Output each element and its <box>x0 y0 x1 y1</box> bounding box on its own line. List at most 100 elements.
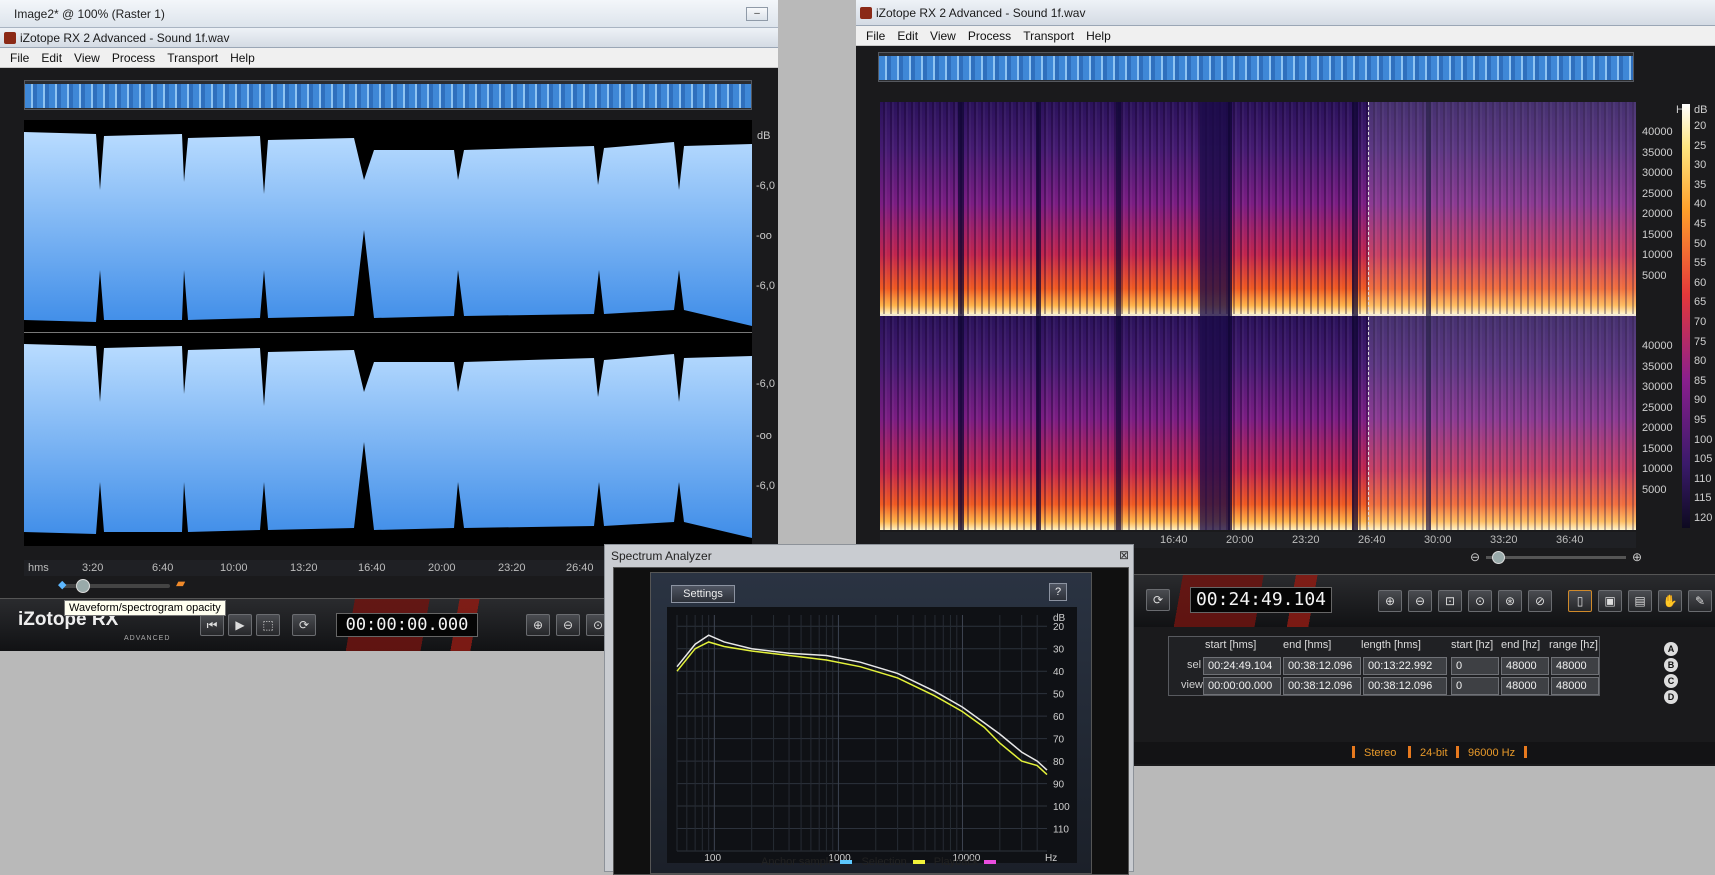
menu-file[interactable]: File <box>860 26 891 45</box>
legend-selection-swatch <box>912 859 925 864</box>
selection-a-button[interactable]: A <box>1664 642 1678 656</box>
db-tick: 110 <box>1694 472 1712 485</box>
waveform-graphic <box>24 132 752 538</box>
hz-tick: 5000 <box>1642 483 1667 496</box>
menu-process[interactable]: Process <box>962 26 1017 45</box>
menu-help[interactable]: Help <box>224 48 261 67</box>
menu-file[interactable]: File <box>4 48 35 67</box>
zoom-in-icon[interactable]: ⊕ <box>1378 590 1402 612</box>
horizontal-zoom-slider[interactable] <box>1486 556 1626 559</box>
sel-start-hms[interactable]: 00:24:49.104 <box>1203 657 1281 675</box>
zoom-in-small-icon[interactable]: ⊕ <box>1632 550 1642 564</box>
selection-b-button[interactable]: B <box>1664 658 1678 672</box>
db-axis-label: 90 <box>1053 780 1065 791</box>
help-button[interactable]: ? <box>1049 583 1067 601</box>
time-tick: 10:00 <box>220 562 248 574</box>
close-icon[interactable]: ⊠ <box>1119 548 1129 562</box>
menu-process[interactable]: Process <box>106 48 161 67</box>
brush-tool-icon[interactable]: ✎ <box>1688 590 1712 612</box>
col-header: end [hz] <box>1501 639 1541 651</box>
left-db-tick: -oo <box>756 230 772 242</box>
zoom-out-icon[interactable]: ⊖ <box>1408 590 1432 612</box>
rect-select-tool-icon[interactable]: ▣ <box>1598 590 1622 612</box>
db-tick: 35 <box>1694 178 1707 191</box>
view-range-hz[interactable]: 48000 <box>1551 677 1599 695</box>
selection-c-button[interactable]: C <box>1664 674 1678 688</box>
spectrogram-selection[interactable] <box>1368 102 1636 530</box>
db-tick: 95 <box>1694 414 1707 426</box>
settings-button[interactable]: Settings <box>671 585 735 603</box>
row-label-sel: sel <box>1187 659 1202 671</box>
db-tick: 90 <box>1694 394 1707 407</box>
sel-end-hms[interactable]: 00:38:12.096 <box>1283 657 1361 675</box>
view-length-hms[interactable]: 00:38:12.096 <box>1363 677 1447 695</box>
right-overview-strip[interactable] <box>878 52 1634 82</box>
zoom-selection-icon[interactable]: ⊡ <box>1438 590 1462 612</box>
zoom-in-icon[interactable]: ⊕ <box>526 614 550 636</box>
rewind-button[interactable]: ⏮ <box>200 614 224 636</box>
raster-window-title: Image2* @ 100% (Raster 1) <box>14 7 165 21</box>
spectrum-graph[interactable]: dB 20 30 40 50 60 70 80 90 100 110 100 1000 10000 Hz <box>667 607 1077 864</box>
menu-view[interactable]: View <box>68 48 106 67</box>
col-header: length [hms] <box>1361 639 1421 651</box>
row-label-view: view <box>1181 679 1204 691</box>
db-tick: 120 <box>1694 512 1713 524</box>
zoom-out-icon[interactable]: ⊖ <box>556 614 580 636</box>
db-axis-label: 80 <box>1053 757 1065 768</box>
view-end-hms[interactable]: 00:38:12.096 <box>1283 677 1361 695</box>
loop-button[interactable]: ⟳ <box>292 614 316 636</box>
left-db-tick: -6,0 <box>756 180 775 192</box>
db-tick: 105 <box>1694 453 1713 466</box>
left-db-tick: -6,0 <box>756 378 775 390</box>
freq-select-tool-icon[interactable]: ▤ <box>1628 590 1652 612</box>
hz-tick: 30000 <box>1642 381 1673 393</box>
izotope-app-icon <box>860 7 872 19</box>
zoom-slider-handle[interactable] <box>1492 551 1505 564</box>
menu-transport[interactable]: Transport <box>161 48 224 67</box>
waveform-display[interactable] <box>24 120 752 546</box>
view-start-hms[interactable]: 00:00:00.000 <box>1203 677 1281 695</box>
right-app-titlebar: iZotope RX 2 Advanced - Sound 1f.wav <box>856 0 1715 26</box>
sel-length-hms[interactable]: 00:13:22.992 <box>1363 657 1447 675</box>
hz-tick: 10000 <box>1642 249 1673 261</box>
play-selection-button[interactable]: ⬚ <box>256 614 280 636</box>
loop-button[interactable]: ⟳ <box>1146 589 1170 611</box>
zoom-out-small-icon[interactable]: ⊖ <box>1470 550 1480 564</box>
zoom-freq-icon[interactable]: ⊘ <box>1528 590 1552 612</box>
sel-end-hz[interactable]: 48000 <box>1501 657 1549 675</box>
time-select-tool-icon[interactable]: ▯ <box>1568 590 1592 612</box>
col-header: range [hz] <box>1549 639 1598 651</box>
hz-tick: 35000 <box>1642 146 1673 159</box>
play-button[interactable]: ▶ <box>228 614 252 636</box>
hz-tick: 40000 <box>1642 126 1673 138</box>
sel-range-hz[interactable]: 48000 <box>1551 657 1599 675</box>
db-axis-label: 50 <box>1053 690 1065 701</box>
zoom-fit-icon[interactable]: ⊙ <box>1468 590 1492 612</box>
view-start-hz[interactable]: 0 <box>1451 677 1499 695</box>
hand-tool-icon[interactable]: ✋ <box>1658 590 1682 612</box>
sel-start-hz[interactable]: 0 <box>1451 657 1499 675</box>
menu-transport[interactable]: Transport <box>1017 26 1080 45</box>
minimize-button[interactable]: – <box>746 7 768 21</box>
db-tick: 100 <box>1694 433 1713 446</box>
selection-d-button[interactable]: D <box>1664 690 1678 704</box>
time-tick: 23:20 <box>498 562 526 574</box>
menu-help[interactable]: Help <box>1080 26 1117 45</box>
view-end-hz[interactable]: 48000 <box>1501 677 1549 695</box>
left-overview-strip[interactable] <box>24 80 752 110</box>
menu-edit[interactable]: Edit <box>891 26 924 45</box>
left-db-tick: -6,0 <box>756 480 775 492</box>
spectrum-svg: dB2030405060708090100110100 1000 10000 Hz <box>676 613 1070 864</box>
hz-tick: 5000 <box>1642 269 1667 282</box>
status-bitdepth: 24-bit <box>1420 747 1448 759</box>
spectrum-series-line <box>676 634 1048 771</box>
db-axis-label: 30 <box>1053 645 1065 656</box>
freq-axis-label: Hz <box>1045 853 1057 863</box>
menu-view[interactable]: View <box>924 26 962 45</box>
menu-edit[interactable]: Edit <box>35 48 68 67</box>
analyzer-legend: Anchor sample Selection Playback <box>761 856 1002 868</box>
db-colorbar <box>1682 104 1690 528</box>
spectrogram-display[interactable] <box>880 102 1636 530</box>
zoom-vertical-icon[interactable]: ⊛ <box>1498 590 1522 612</box>
opacity-slider-handle[interactable] <box>76 579 90 593</box>
